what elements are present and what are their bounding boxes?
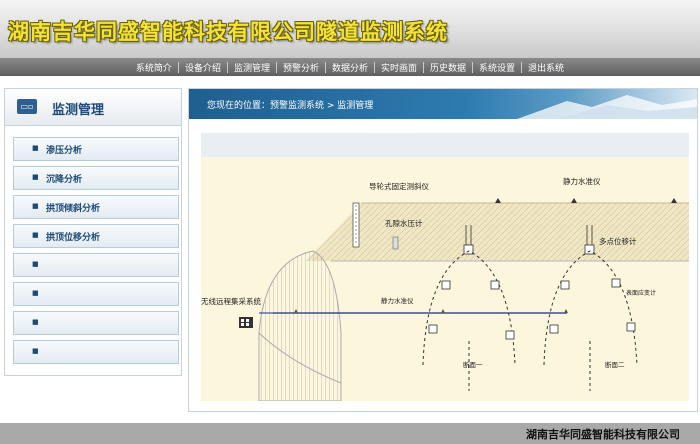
main-nav: 系统简介 设备介绍 监测管理 预警分析 数据分析 实时画面 历史数据 系统设置 … <box>0 58 700 76</box>
sidebar-title: 监测管理 <box>52 103 105 118</box>
site-title: 湖南吉华同盛智能科技有限公司隧道监测系统 <box>8 20 448 44</box>
mountain-banner-icon <box>517 95 697 119</box>
tunnel-monitoring-diagram: 导轮式固定测斜仪 静力水准仪 孔隙水压计 多点位移计 静力水准仪 表面应变计 无… <box>201 133 689 401</box>
ground-slope <box>306 203 689 261</box>
surface-strain-label: 表面应变计 <box>626 289 656 297</box>
acquisition-device-icon <box>239 317 253 328</box>
surface-strain-sensor-icon <box>490 280 500 290</box>
inclinometer-label: 导轮式固定测斜仪 <box>369 181 429 191</box>
wireless-label: 无线远程集采系统 <box>201 296 261 306</box>
multipoint-label: 多点位移计 <box>599 236 637 246</box>
diagram-header-strip <box>201 133 689 157</box>
footer: 湖南吉华同盛智能科技有限公司 <box>0 423 700 444</box>
nav-logout[interactable]: 退出系统 <box>522 61 570 74</box>
sidebar-item-crown-tilt[interactable]: ■ 拱顶倾斜分析 <box>13 195 179 219</box>
menu-icon: ▭▫ <box>17 99 37 114</box>
piezometer-sensor-icon <box>392 236 399 250</box>
nav-history[interactable]: 历史数据 <box>424 61 472 74</box>
sidebar-item-empty[interactable]: ■ <box>13 282 179 306</box>
static-level-label: 静力水准仪 <box>563 176 601 186</box>
main-content: 您现在的位置：预警监测系统 > 监测管理 导轮式固定测斜仪 静力水准仪 孔隙水压… <box>188 88 698 412</box>
sidebar-item-seepage[interactable]: ■ 渗压分析 <box>13 137 179 161</box>
section-2-label: 断面二 <box>605 360 625 369</box>
surface-strain-sensor-icon <box>549 324 559 334</box>
sidebar-item-settlement[interactable]: ■ 沉降分析 <box>13 166 179 190</box>
multipoint-sensor-icon <box>463 244 474 255</box>
nav-warning[interactable]: 预警分析 <box>277 61 325 74</box>
surface-strain-sensor-icon <box>441 280 451 290</box>
breadcrumb-bar: 您现在的位置：预警监测系统 > 监测管理 <box>189 89 697 119</box>
header: 湖南吉华同盛智能科技有限公司隧道监测系统 <box>0 0 700 58</box>
bullet-icon: ■ <box>32 260 39 268</box>
surface-strain-sensor-icon <box>626 322 636 332</box>
nav-monitoring[interactable]: 监测管理 <box>228 61 276 74</box>
nav-devices[interactable]: 设备介绍 <box>179 61 227 74</box>
sidebar-header: ▭▫ 监测管理 <box>5 89 181 126</box>
bullet-icon: ■ <box>32 144 39 152</box>
sidebar-item-label: 沉降分析 <box>46 175 83 185</box>
multipoint-sensor-icon <box>584 244 595 255</box>
sidebar-item-empty[interactable]: ■ <box>13 340 179 364</box>
bullet-icon: ■ <box>32 231 39 239</box>
surface-strain-sensor-icon <box>428 324 438 334</box>
nav-data-analysis[interactable]: 数据分析 <box>326 61 374 74</box>
footer-company: 湖南吉华同盛智能科技有限公司 <box>526 428 680 441</box>
bullet-icon: ■ <box>32 173 39 181</box>
bullet-icon: ■ <box>32 347 39 355</box>
bullet-icon: ■ <box>32 289 39 297</box>
sidebar-item-empty[interactable]: ■ <box>13 311 179 335</box>
sidebar-item-label: 拱顶位移分析 <box>46 233 101 243</box>
nav-intro[interactable]: 系统简介 <box>130 61 178 74</box>
breadcrumb: 您现在的位置：预警监测系统 > 监测管理 <box>207 101 374 111</box>
piezometer-label: 孔隙水压计 <box>385 218 423 228</box>
bullet-icon: ■ <box>32 318 39 326</box>
surface-strain-sensor-icon <box>505 330 515 340</box>
surface-strain-sensor-icon <box>560 280 570 290</box>
sidebar: ▭▫ 监测管理 ■ 渗压分析 ■ 沉降分析 ■ 拱顶倾斜分析 ■ 拱顶位移分析 … <box>4 88 182 376</box>
sidebar-item-crown-displacement[interactable]: ■ 拱顶位移分析 <box>13 224 179 248</box>
surface-strain-sensor-icon <box>611 278 621 288</box>
nav-settings[interactable]: 系统设置 <box>473 61 521 74</box>
sidebar-item-label: 渗压分析 <box>46 146 83 156</box>
static-level-2-label: 静力水准仪 <box>381 296 414 305</box>
nav-realtime[interactable]: 实时画面 <box>375 61 423 74</box>
section-1-label: 断面一 <box>463 360 483 369</box>
bullet-icon: ■ <box>32 202 39 210</box>
sidebar-item-empty[interactable]: ■ <box>13 253 179 277</box>
sidebar-item-label: 拱顶倾斜分析 <box>46 204 101 214</box>
